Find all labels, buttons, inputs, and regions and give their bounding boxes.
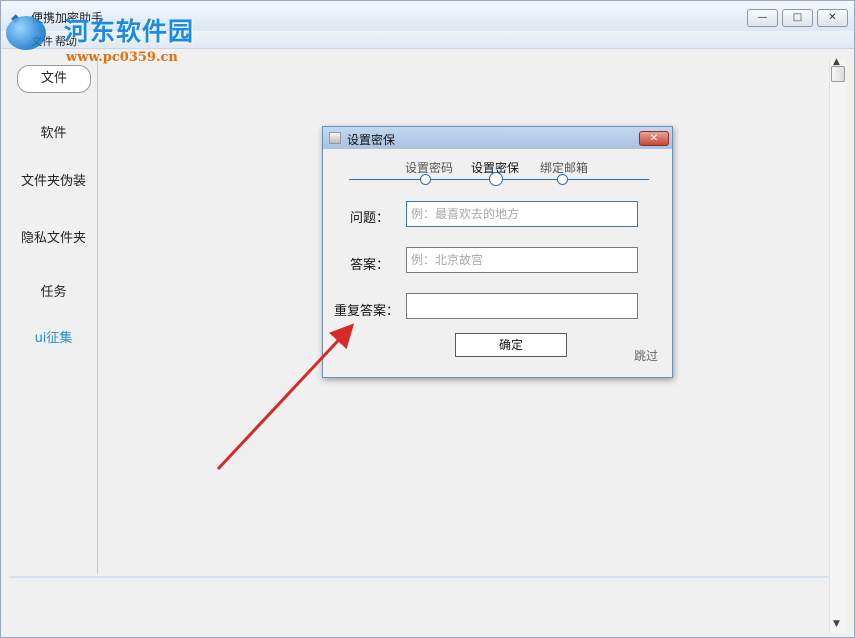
sidebar-item-ui-collection[interactable]: ui征集 [9, 327, 98, 346]
maximize-button[interactable]: □ [782, 9, 813, 27]
repeat-answer-label: 重复答案： [333, 304, 399, 319]
menu-bar: 文件 帮助 [1, 31, 854, 49]
sidebar: 文件 软件 文件夹伪装 隐私文件夹 任务 ui征集 [9, 59, 98, 574]
status-area [9, 576, 829, 634]
close-button[interactable]: ✕ [817, 9, 848, 27]
step-line-dash [349, 179, 371, 180]
scrollbar-thumb[interactable] [831, 66, 845, 82]
title-bar: ◆ 便携加密助手 — □ ✕ [1, 1, 854, 31]
sidebar-item-tasks[interactable]: 任务 [9, 281, 98, 300]
menu-file[interactable]: 文件 [31, 33, 53, 49]
minimize-icon: — [757, 12, 768, 23]
dialog-title: 设置密保 [347, 133, 396, 147]
scroll-down-icon[interactable]: ▼ [833, 619, 840, 629]
skip-link[interactable]: 跳过 [634, 347, 658, 364]
maximize-icon: □ [792, 12, 803, 23]
question-input[interactable] [406, 201, 638, 227]
app-title: 便携加密助手 [31, 11, 104, 25]
dialog-icon [329, 132, 341, 144]
sidebar-item-software[interactable]: 软件 [9, 122, 98, 141]
menu-help[interactable]: 帮助 [55, 33, 77, 49]
confirm-button[interactable]: 确定 [455, 333, 567, 357]
sidebar-item-files[interactable]: 文件 [17, 65, 91, 93]
close-icon: ✕ [649, 133, 659, 144]
app-icon: ◆ [11, 11, 21, 25]
sidebar-item-private-folder[interactable]: 隐私文件夹 [9, 227, 98, 246]
step-indicator: 设置密码 设置密保 绑定邮箱 [349, 155, 649, 186]
step-dot-set-password [420, 174, 431, 185]
dialog-title-bar: 设置密保 ✕ [323, 127, 672, 149]
window-controls: — □ ✕ [747, 9, 848, 27]
answer-label: 答案： [349, 258, 389, 273]
sidebar-item-folder-disguise[interactable]: 文件夹伪装 [9, 170, 98, 189]
question-label: 问题： [349, 211, 389, 226]
repeat-answer-input[interactable] [406, 293, 638, 319]
answer-input[interactable] [406, 247, 638, 273]
step-dot-set-security [489, 172, 503, 186]
close-icon: ✕ [828, 12, 837, 23]
step-dot-bind-email [557, 174, 568, 185]
vertical-scrollbar[interactable]: ▲ ▼ [829, 57, 846, 633]
dialog-close-button[interactable]: ✕ [639, 131, 669, 146]
security-question-dialog: 设置密保 ✕ 设置密码 设置密保 绑定邮箱 问题： 答案： 重复答案： 确定 跳… [322, 126, 673, 378]
step-label-set-password: 设置密码 [405, 161, 454, 175]
minimize-button[interactable]: — [747, 9, 778, 27]
